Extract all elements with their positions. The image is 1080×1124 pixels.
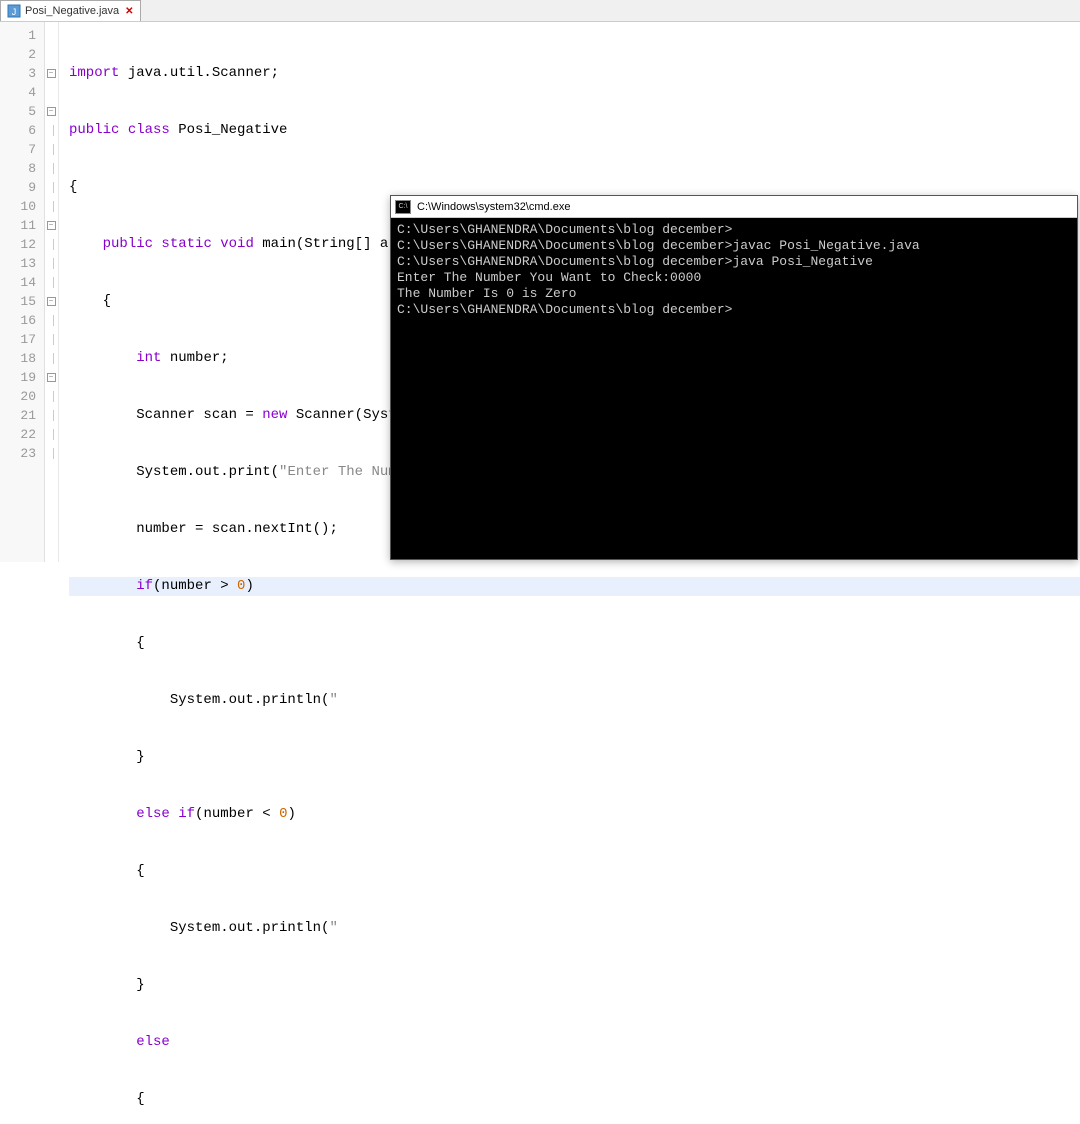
cmd-titlebar[interactable]: C:\ C:\Windows\system32\cmd.exe [391,196,1077,218]
file-tab[interactable]: J Posi_Negative.java ✕ [0,0,141,21]
fold-gutter: − − − − − [45,22,59,562]
close-tab-icon[interactable]: ✕ [125,6,133,17]
fold-toggle[interactable]: − [45,368,57,387]
tab-filename: Posi_Negative.java [25,5,119,17]
cmd-window[interactable]: C:\ C:\Windows\system32\cmd.exe C:\Users… [390,195,1078,560]
cmd-icon: C:\ [395,200,411,214]
tab-bar: J Posi_Negative.java ✕ [0,0,1080,22]
fold-toggle[interactable]: − [45,102,57,121]
fold-toggle[interactable]: − [45,64,57,83]
fold-toggle[interactable]: − [45,292,57,311]
java-file-icon: J [7,4,21,18]
line-number-gutter: 1 2 3 4 5 6 7 8 9 10 11 12 13 14 15 16 1… [0,22,45,562]
svg-text:J: J [12,7,17,17]
cmd-output[interactable]: C:\Users\GHANENDRA\Documents\blog decemb… [391,218,1077,322]
cmd-title: C:\Windows\system32\cmd.exe [417,201,570,213]
fold-toggle[interactable]: − [45,216,57,235]
